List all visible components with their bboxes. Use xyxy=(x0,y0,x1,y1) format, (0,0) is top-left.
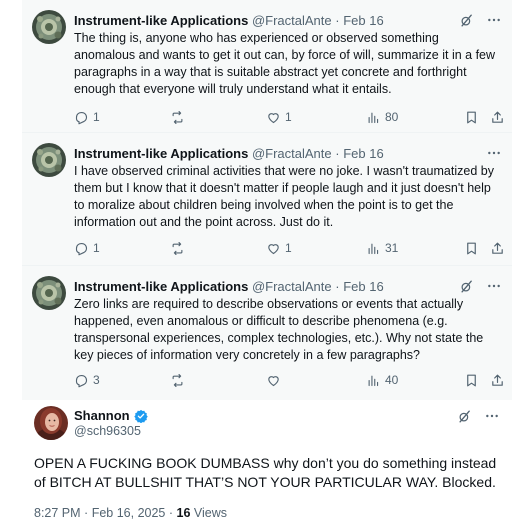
share-button[interactable] xyxy=(490,371,505,389)
tweet-text: OPEN A FUCKING BOOK DUMBASS why don’t yo… xyxy=(34,455,497,490)
analytics-bars-icon xyxy=(366,241,381,256)
main-tweet: Shannon @sch96305 OPEN A FUCKING BOOK DU… xyxy=(22,400,512,532)
main-display-name-row: Shannon xyxy=(74,408,148,423)
reply-bubble-icon xyxy=(74,241,89,256)
analytics-bars-icon xyxy=(366,110,381,125)
separator: · xyxy=(168,506,174,520)
separator: · xyxy=(335,13,340,28)
bookmark-icon xyxy=(464,373,479,388)
tweet-header: Instrument-like Applications @FractalAnt… xyxy=(74,12,502,30)
views-count: 16 xyxy=(176,506,191,520)
reply-tweet[interactable]: Instrument-like Applications @FractalAnt… xyxy=(22,266,512,401)
retweet-button[interactable] xyxy=(170,108,189,126)
analytics-bars-icon xyxy=(366,373,381,388)
more-dots-icon[interactable] xyxy=(486,278,502,294)
share-icon xyxy=(490,110,505,125)
reply-count: 1 xyxy=(93,241,100,255)
tweet-date[interactable]: Feb 16 xyxy=(343,146,383,161)
display-name[interactable]: Instrument-like Applications xyxy=(74,279,248,294)
grok-slash-icon[interactable] xyxy=(456,408,472,424)
display-name[interactable]: Instrument-like Applications xyxy=(74,13,248,28)
bookmark-button[interactable] xyxy=(464,371,479,389)
tweet-text: I have observed criminal activities that… xyxy=(74,164,494,229)
tweet-actions: 1 1 80 xyxy=(74,108,502,126)
reply-bubble-icon xyxy=(74,373,89,388)
like-button[interactable]: 1 xyxy=(266,239,292,257)
reply-count: 1 xyxy=(93,110,100,124)
heart-icon xyxy=(266,241,281,256)
tweet-actions: 3 40 xyxy=(74,371,502,389)
reply-button[interactable]: 3 xyxy=(74,371,100,389)
like-button[interactable] xyxy=(266,371,285,389)
reply-tweet[interactable]: Instrument-like Applications @FractalAnt… xyxy=(22,133,512,266)
like-button[interactable]: 1 xyxy=(266,108,292,126)
reply-bubble-icon xyxy=(74,110,89,125)
like-count: 1 xyxy=(285,241,292,255)
more-dots-icon[interactable] xyxy=(486,145,502,161)
views-button[interactable]: 31 xyxy=(366,239,398,257)
share-button[interactable] xyxy=(490,108,505,126)
tweet-date[interactable]: Feb 16, 2025 xyxy=(92,506,166,520)
display-name[interactable]: Shannon xyxy=(74,408,130,423)
views-button[interactable]: 40 xyxy=(366,371,398,389)
share-button[interactable] xyxy=(490,239,505,257)
avatar[interactable] xyxy=(32,276,66,310)
view-count: 80 xyxy=(385,110,399,124)
tweet-date[interactable]: Feb 16 xyxy=(343,13,383,28)
share-icon xyxy=(490,373,505,388)
user-handle[interactable]: @FractalAnte xyxy=(252,13,332,28)
separator: · xyxy=(335,146,340,161)
bookmark-button[interactable] xyxy=(464,239,479,257)
reply-button[interactable]: 1 xyxy=(74,108,100,126)
like-count: 1 xyxy=(285,110,292,124)
display-name[interactable]: Instrument-like Applications xyxy=(74,146,248,161)
view-count: 40 xyxy=(385,373,399,387)
tweet-text: The thing is, anyone who has experienced… xyxy=(74,31,496,96)
tweet-header: Instrument-like Applications @FractalAnt… xyxy=(74,145,502,163)
avatar[interactable] xyxy=(32,143,66,177)
more-dots-icon[interactable] xyxy=(486,12,502,28)
bookmark-icon xyxy=(464,241,479,256)
view-count: 31 xyxy=(385,241,399,255)
grok-slash-icon[interactable] xyxy=(458,278,474,294)
separator: · xyxy=(84,506,89,520)
retweet-button[interactable] xyxy=(170,371,189,389)
tweet-text: Zero links are required to describe obse… xyxy=(74,297,484,362)
retweet-button[interactable] xyxy=(170,239,189,257)
reply-count: 3 xyxy=(93,373,100,387)
grok-slash-icon[interactable] xyxy=(458,12,474,28)
avatar[interactable] xyxy=(34,406,68,440)
share-icon xyxy=(490,241,505,256)
verified-badge-icon[interactable] xyxy=(133,409,148,423)
reply-button[interactable]: 1 xyxy=(74,239,100,257)
avatar[interactable] xyxy=(32,10,66,44)
tweet-meta: 8:27 PM · Feb 16, 2025 · 16 Views xyxy=(34,506,227,520)
user-handle[interactable]: @FractalAnte xyxy=(252,146,332,161)
tweet-actions: 1 1 31 xyxy=(74,239,502,257)
bookmark-icon xyxy=(464,110,479,125)
tweet-date[interactable]: Feb 16 xyxy=(343,279,383,294)
views-label: Views xyxy=(193,506,228,520)
tweet-time[interactable]: 8:27 PM xyxy=(34,506,81,520)
retweet-icon xyxy=(170,373,185,388)
separator: · xyxy=(335,279,340,294)
heart-icon xyxy=(266,110,281,125)
retweet-icon xyxy=(170,110,185,125)
retweet-icon xyxy=(170,241,185,256)
tweet-header: Instrument-like Applications @FractalAnt… xyxy=(74,278,502,296)
reply-tweet[interactable]: Instrument-like Applications @FractalAnt… xyxy=(22,0,512,133)
user-handle[interactable]: @FractalAnte xyxy=(252,279,332,294)
user-handle[interactable]: @sch96305 xyxy=(74,424,141,438)
more-dots-icon[interactable] xyxy=(484,408,500,424)
bookmark-button[interactable] xyxy=(464,108,479,126)
views-button[interactable]: 80 xyxy=(366,108,398,126)
heart-icon xyxy=(266,373,281,388)
